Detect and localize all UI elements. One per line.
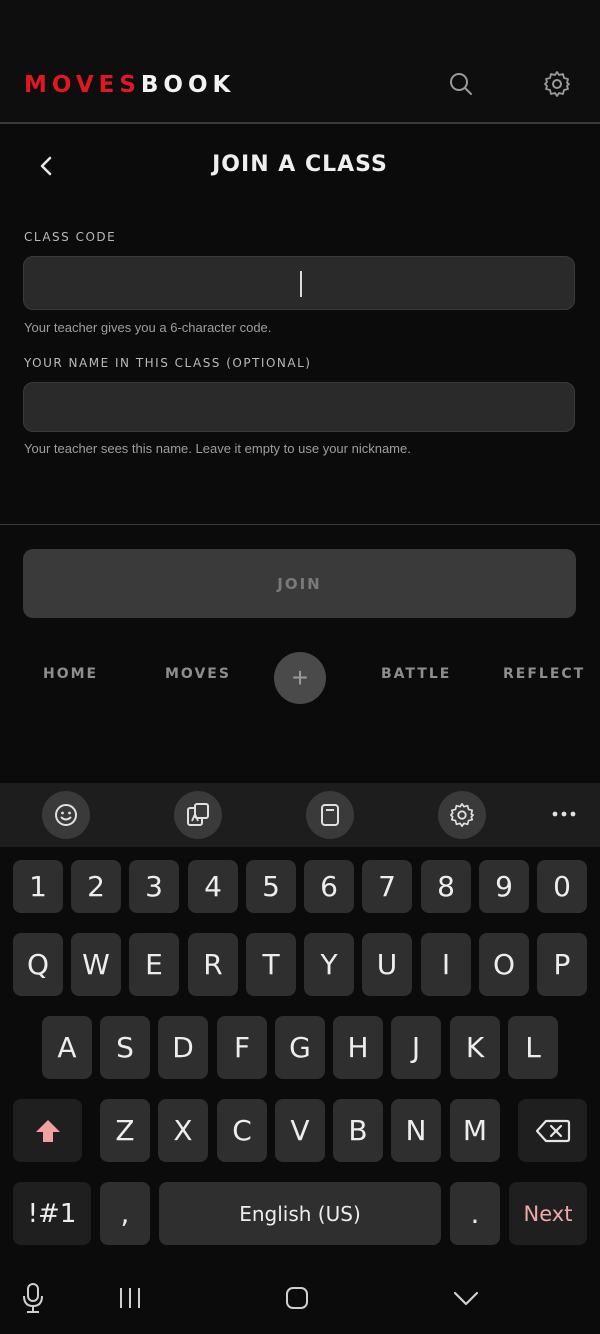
key-9[interactable]: 9 (479, 860, 529, 913)
key-f[interactable]: F (217, 1016, 267, 1079)
key-a[interactable]: A (42, 1016, 92, 1079)
key-p[interactable]: P (537, 933, 587, 996)
space-key[interactable]: English (US) (159, 1182, 441, 1245)
section-divider (0, 524, 600, 525)
logo-moves: MOVES (24, 72, 141, 98)
key-k[interactable]: K (450, 1016, 500, 1079)
key-g[interactable]: G (275, 1016, 325, 1079)
key-n[interactable]: N (391, 1099, 441, 1162)
key-m[interactable]: M (450, 1099, 500, 1162)
key-o[interactable]: O (479, 933, 529, 996)
emoji-icon[interactable] (42, 791, 90, 839)
backspace-icon (535, 1119, 570, 1142)
key-6[interactable]: 6 (304, 860, 354, 913)
keyboard-settings-icon[interactable] (438, 791, 486, 839)
next-key[interactable]: Next (509, 1182, 587, 1245)
period-key[interactable]: . (450, 1182, 500, 1245)
search-icon[interactable] (441, 64, 481, 104)
name-hint: Your teacher sees this name. Leave it em… (24, 441, 411, 456)
logo-book: BOOK (140, 72, 236, 98)
key-5[interactable]: 5 (246, 860, 296, 913)
microphone-icon[interactable] (20, 1282, 46, 1314)
key-0[interactable]: 0 (537, 860, 587, 913)
key-e[interactable]: E (129, 933, 179, 996)
hide-keyboard-icon[interactable] (452, 1288, 480, 1308)
translate-icon[interactable] (174, 791, 222, 839)
key-2[interactable]: 2 (71, 860, 121, 913)
key-h[interactable]: H (333, 1016, 383, 1079)
tab-moves[interactable]: MOVES (165, 666, 231, 682)
key-v[interactable]: V (275, 1099, 325, 1162)
recent-apps-icon[interactable] (117, 1286, 143, 1310)
key-s[interactable]: S (100, 1016, 150, 1079)
gear-icon[interactable] (537, 64, 577, 104)
more-icon[interactable] (548, 804, 580, 824)
key-q[interactable]: Q (13, 933, 63, 996)
shift-icon (35, 1119, 60, 1142)
key-r[interactable]: R (188, 933, 238, 996)
join-button[interactable]: JOIN (23, 549, 576, 618)
key-d[interactable]: D (158, 1016, 208, 1079)
key-c[interactable]: C (217, 1099, 267, 1162)
tab-home[interactable]: HOME (43, 666, 98, 682)
class-code-hint: Your teacher gives you a 6-character cod… (24, 320, 272, 335)
class-code-input[interactable] (23, 256, 575, 310)
key-j[interactable]: J (391, 1016, 441, 1079)
key-u[interactable]: U (362, 933, 412, 996)
name-input[interactable] (23, 382, 575, 432)
key-8[interactable]: 8 (421, 860, 471, 913)
key-1[interactable]: 1 (13, 860, 63, 913)
page-title: JOIN A CLASS (212, 152, 388, 177)
header-divider (0, 122, 600, 124)
key-l[interactable]: L (508, 1016, 558, 1079)
tab-reflect[interactable]: REFLECT (503, 666, 585, 682)
text-caret (300, 271, 302, 297)
clipboard-icon[interactable] (306, 791, 354, 839)
app-logo: MOVESBOOK (24, 72, 235, 98)
backspace-key[interactable] (518, 1099, 587, 1162)
key-b[interactable]: B (333, 1099, 383, 1162)
comma-key[interactable]: , (100, 1182, 150, 1245)
symbols-key[interactable]: !#1 (13, 1182, 91, 1245)
key-4[interactable]: 4 (188, 860, 238, 913)
class-code-label: CLASS CODE (24, 230, 117, 244)
key-7[interactable]: 7 (362, 860, 412, 913)
key-t[interactable]: T (246, 933, 296, 996)
app-header (0, 0, 600, 124)
key-i[interactable]: I (421, 933, 471, 996)
add-button[interactable]: + (274, 652, 326, 704)
key-y[interactable]: Y (304, 933, 354, 996)
key-3[interactable]: 3 (129, 860, 179, 913)
keyboard-toolbar (0, 783, 600, 847)
key-x[interactable]: X (158, 1099, 208, 1162)
tab-battle[interactable]: BATTLE (381, 666, 451, 682)
shift-key[interactable] (13, 1099, 82, 1162)
home-icon[interactable] (284, 1285, 310, 1311)
key-z[interactable]: Z (100, 1099, 150, 1162)
key-w[interactable]: W (71, 933, 121, 996)
name-label: YOUR NAME IN THIS CLASS (OPTIONAL) (24, 356, 312, 370)
